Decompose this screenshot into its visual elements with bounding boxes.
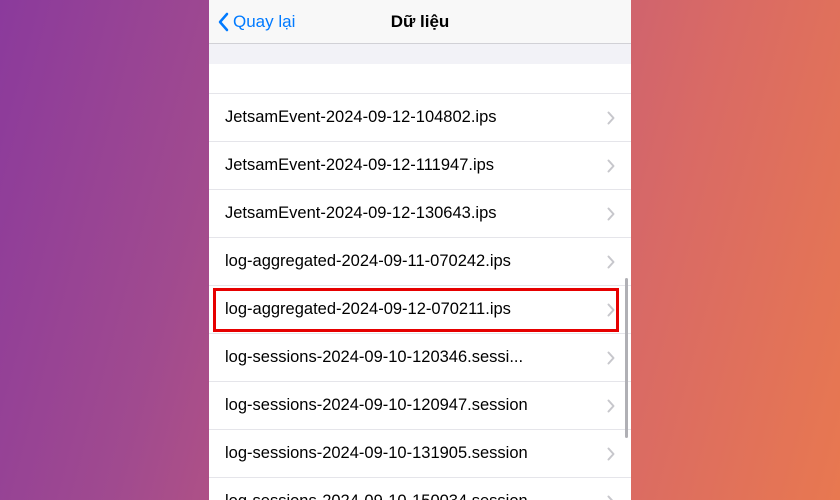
- file-name: JetsamEvent-2024-09-12-130643.ips: [225, 204, 607, 223]
- chevron-right-icon: [607, 207, 615, 221]
- back-button[interactable]: Quay lại: [209, 12, 295, 32]
- file-name: log-aggregated-2024-09-11-070242.ips: [225, 252, 607, 271]
- chevron-right-icon: [607, 447, 615, 461]
- chevron-right-icon: [607, 303, 615, 317]
- list-item[interactable]: log-sessions-2024-09-10-150034.session: [209, 478, 631, 500]
- chevron-right-icon: [607, 495, 615, 500]
- file-name: JetsamEvent-2024-09-12-104802.ips: [225, 108, 607, 127]
- chevron-right-icon: [607, 255, 615, 269]
- chevron-right-icon: [607, 399, 615, 413]
- file-name: log-aggregated-2024-09-12-070211.ips: [225, 300, 607, 319]
- file-name: log-sessions-2024-09-10-120947.session: [225, 396, 607, 415]
- list-item[interactable]: JetsamEvent-2024-09-12-130643.ips: [209, 190, 631, 238]
- phone-screen: Quay lại Dữ liệu JetsamEvent-2024-09-12-…: [209, 0, 631, 500]
- file-list: JetsamEvent-2024-09-12-104802.ips JetsamE…: [209, 64, 631, 500]
- chevron-left-icon: [217, 12, 229, 32]
- list-item[interactable]: log-aggregated-2024-09-12-070211.ips: [209, 286, 631, 334]
- file-name: log-sessions-2024-09-10-150034.session: [225, 492, 607, 500]
- chevron-right-icon: [607, 111, 615, 125]
- file-name: JetsamEvent-2024-09-12-111947.ips: [225, 156, 607, 175]
- page-title: Dữ liệu: [391, 12, 450, 32]
- scrollbar[interactable]: [625, 278, 628, 438]
- back-label: Quay lại: [233, 12, 295, 32]
- file-name: log-sessions-2024-09-10-131905.session: [225, 444, 607, 463]
- list-item[interactable]: JetsamEvent-2024-09-12-104802.ips: [209, 94, 631, 142]
- nav-bar: Quay lại Dữ liệu: [209, 0, 631, 44]
- list-item[interactable]: [209, 64, 631, 94]
- list-item[interactable]: log-aggregated-2024-09-11-070242.ips: [209, 238, 631, 286]
- list-item[interactable]: log-sessions-2024-09-10-120346.sessi...: [209, 334, 631, 382]
- list-item[interactable]: log-sessions-2024-09-10-131905.session: [209, 430, 631, 478]
- list-item[interactable]: JetsamEvent-2024-09-12-111947.ips: [209, 142, 631, 190]
- list-item[interactable]: log-sessions-2024-09-10-120947.session: [209, 382, 631, 430]
- chevron-right-icon: [607, 159, 615, 173]
- chevron-right-icon: [607, 351, 615, 365]
- file-name: log-sessions-2024-09-10-120346.sessi...: [225, 348, 607, 367]
